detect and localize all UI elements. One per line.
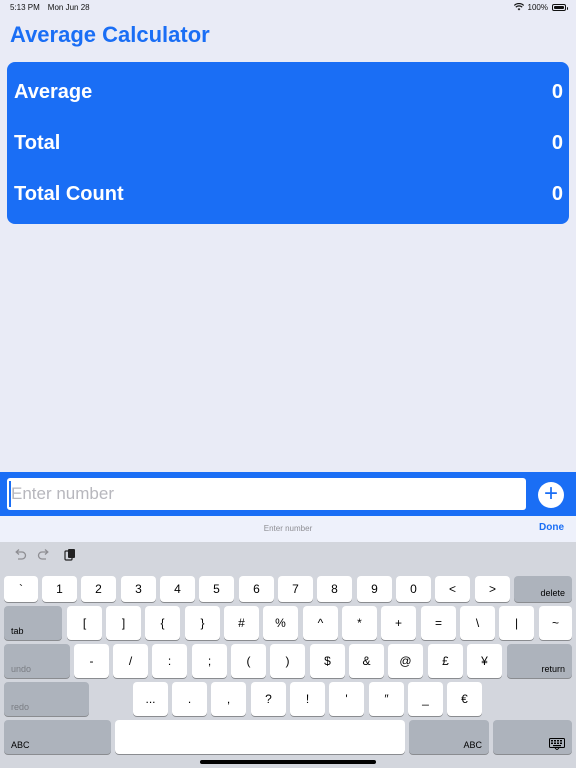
wifi-icon [513,3,524,11]
key-less-than[interactable]: < [435,576,470,602]
key-question[interactable]: ? [251,682,286,716]
key-yen[interactable]: ¥ [467,644,502,678]
key-caret[interactable]: ^ [303,606,338,640]
key-at[interactable]: @ [388,644,423,678]
stat-row-total-count: Total Count 0 [14,179,563,209]
clipboard-icon[interactable] [63,548,77,562]
input-bar [0,472,576,516]
key-open-paren[interactable]: ( [231,644,266,678]
abc-key-right[interactable]: ABC [409,720,489,754]
key-4[interactable]: 4 [160,576,195,602]
stat-label: Total Count [14,182,124,205]
stat-value: 0 [551,131,563,154]
key-plus[interactable]: + [381,606,416,640]
key-semicolon[interactable]: ; [192,644,227,678]
key-comma[interactable]: , [211,682,246,716]
space-bar[interactable] [115,720,405,754]
status-time: 5:13 PM [10,2,40,12]
stat-row-total: Total 0 [14,128,563,158]
key-minus[interactable]: - [74,644,109,678]
stat-value: 0 [551,182,563,205]
key-pound[interactable]: £ [428,644,463,678]
key-ampersand[interactable]: & [349,644,384,678]
key-3[interactable]: 3 [121,576,156,602]
key-1[interactable]: 1 [42,576,77,602]
undo-key[interactable]: undo [4,644,70,678]
key-backtick[interactable]: ` [4,576,38,602]
delete-key[interactable]: delete [514,576,572,602]
key-equals[interactable]: = [421,606,456,640]
key-ellipsis[interactable]: ... [133,682,168,716]
key-slash[interactable]: / [113,644,148,678]
battery-percent: 100% [527,2,548,12]
key-pipe[interactable]: | [499,606,534,640]
page-title: Average Calculator [10,22,210,47]
key-backslash[interactable]: \ [460,606,495,640]
keyboard-icon [549,738,565,750]
battery-icon [552,3,568,11]
key-asterisk[interactable]: * [342,606,377,640]
tab-key[interactable]: tab [4,606,62,640]
text-caret [9,481,11,507]
key-dollar[interactable]: $ [310,644,345,678]
key-tilde[interactable]: ~ [539,606,572,640]
key-8[interactable]: 8 [317,576,352,602]
stat-value: 0 [551,80,563,103]
key-9[interactable]: 9 [357,576,392,602]
key-open-brace[interactable]: { [145,606,180,640]
hide-keyboard-button[interactable] [493,720,572,754]
key-apostrophe[interactable]: ' [329,682,364,716]
key-close-paren[interactable]: ) [270,644,305,678]
key-5[interactable]: 5 [199,576,234,602]
status-bar: 5:13 PM Mon Jun 28 100% [0,0,576,14]
status-date: Mon Jun 28 [47,2,90,12]
key-close-brace[interactable]: } [185,606,220,640]
key-colon[interactable]: : [152,644,187,678]
stats-card: Average 0 Total 0 Total Count 0 [7,62,569,224]
stat-label: Total [14,131,61,154]
key-0[interactable]: 0 [396,576,431,602]
return-key[interactable]: return [507,644,572,678]
key-euro[interactable]: € [447,682,482,716]
key-6[interactable]: 6 [239,576,274,602]
key-double-prime[interactable]: ″ [369,682,404,716]
undo-icon[interactable] [13,548,27,562]
key-close-bracket[interactable]: ] [106,606,141,640]
key-exclamation[interactable]: ! [290,682,325,716]
done-button[interactable]: Done [539,522,564,533]
key-period[interactable]: . [172,682,207,716]
home-indicator [200,760,376,764]
accessory-title: Enter number [263,524,313,533]
key-percent[interactable]: % [263,606,298,640]
key-underscore[interactable]: _ [408,682,443,716]
key-hash[interactable]: # [224,606,259,640]
stat-row-average: Average 0 [14,77,563,107]
redo-key[interactable]: redo [4,682,89,716]
redo-icon[interactable] [37,548,51,562]
key-open-bracket[interactable]: [ [67,606,102,640]
key-greater-than[interactable]: > [475,576,510,602]
number-input[interactable] [7,478,526,510]
stat-label: Average [14,80,93,103]
key-2[interactable]: 2 [81,576,116,602]
abc-key-left[interactable]: ABC [4,720,111,754]
key-7[interactable]: 7 [278,576,313,602]
keyboard-accessory-bar: Enter number Done [0,516,576,542]
add-button[interactable]: + [538,482,564,508]
